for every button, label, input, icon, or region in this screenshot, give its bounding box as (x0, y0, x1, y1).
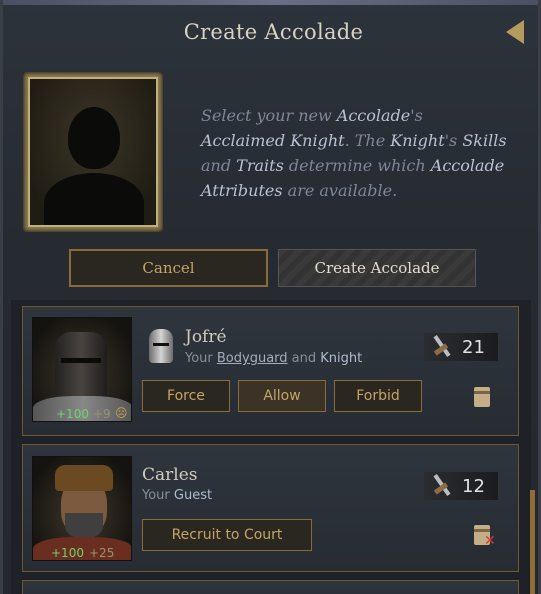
intro-text-part: 's (410, 106, 423, 125)
dread-icon: ☹ (115, 406, 128, 420)
intro-highlight[interactable]: Traits (236, 156, 284, 175)
intro-text-part: . The (344, 131, 391, 150)
intro-text-part: and (201, 156, 237, 175)
not-in-court-icon[interactable]: ✕ (474, 525, 496, 549)
candidate-card-carles[interactable]: +100 +25 Carles Your Guest 12 Recruit to… (22, 444, 519, 572)
character-portrait[interactable]: +100 +9 ☹ (32, 317, 132, 422)
candidate-name[interactable]: Jofré (185, 327, 227, 347)
role-prefix: Your (185, 351, 217, 366)
silhouette-portrait (28, 77, 158, 227)
candidate-card-jofre[interactable]: +100 +9 ☹ Jofré Your Bodyguard and Knigh… (22, 306, 519, 436)
beard (65, 513, 103, 539)
role-knight[interactable]: Knight (320, 351, 362, 366)
role-prefix: Your (142, 488, 174, 503)
top-strip (3, 0, 538, 5)
intro-text-part: are available. (282, 181, 398, 200)
candidate-role: Your Bodyguard and Knight (185, 351, 362, 366)
role-guest[interactable]: Guest (174, 488, 212, 503)
opinion-positive: +100 (51, 546, 84, 560)
scroll-paper (474, 387, 490, 407)
candidate-name[interactable]: Carles (142, 465, 198, 485)
scroll-band (474, 391, 490, 394)
intro-text-part: Select your new (201, 106, 337, 125)
knight-helmet-icon (149, 329, 173, 363)
recruit-to-court-button[interactable]: Recruit to Court (142, 519, 312, 551)
allow-button[interactable]: Allow (238, 380, 326, 412)
role-bodyguard-link[interactable]: Bodyguard (217, 351, 288, 366)
helmet-icon (55, 332, 107, 404)
prowess-sword-icon (428, 473, 454, 499)
prowess-sword-icon (428, 334, 454, 360)
opinion-secondary: +9 (93, 407, 111, 421)
helmet-slit (61, 358, 101, 363)
accolade-knight-portrait-frame[interactable] (23, 72, 163, 232)
intro-highlight[interactable]: Skills (462, 131, 506, 150)
prowess-value: 21 (462, 336, 485, 358)
silhouette-head-icon (68, 107, 120, 169)
character-portrait[interactable]: +100 +25 (32, 456, 132, 561)
prowess-badge: 21 (424, 333, 498, 361)
prowess-value: 12 (462, 475, 485, 497)
court-scroll-icon[interactable] (474, 387, 490, 407)
intro-highlight[interactable]: Knight (390, 131, 444, 150)
back-arrow-icon[interactable] (506, 20, 524, 44)
cross-icon: ✕ (484, 533, 496, 549)
intro-description: Select your new Accolade's Acclaimed Kni… (201, 103, 511, 203)
opinion-secondary: +25 (89, 546, 115, 560)
create-accolade-button[interactable]: Create Accolade (278, 249, 476, 287)
candidate-role: Your Guest (142, 488, 212, 503)
candidate-card-next[interactable] (22, 580, 519, 594)
force-button[interactable]: Force (142, 380, 230, 412)
create-accolade-panel: Create Accolade Select your new Accolade… (0, 0, 541, 594)
prowess-badge: 12 (424, 472, 498, 500)
scroll-band (474, 529, 490, 532)
forbid-button[interactable]: Forbid (334, 380, 422, 412)
list-scrollbar[interactable] (530, 490, 535, 594)
silhouette-body-icon (44, 173, 144, 225)
intro-highlight[interactable]: Accolade (337, 106, 410, 125)
hat-icon (55, 465, 113, 491)
window-title: Create Accolade (183, 20, 364, 44)
intro-text-part: determine which (283, 156, 431, 175)
role-mid: and (287, 351, 321, 366)
intro-highlight[interactable]: Acclaimed Knight (201, 131, 345, 150)
intro-text-part: 's (444, 131, 463, 150)
cancel-button[interactable]: Cancel (69, 249, 268, 287)
opinion-positive: +100 (56, 407, 89, 421)
